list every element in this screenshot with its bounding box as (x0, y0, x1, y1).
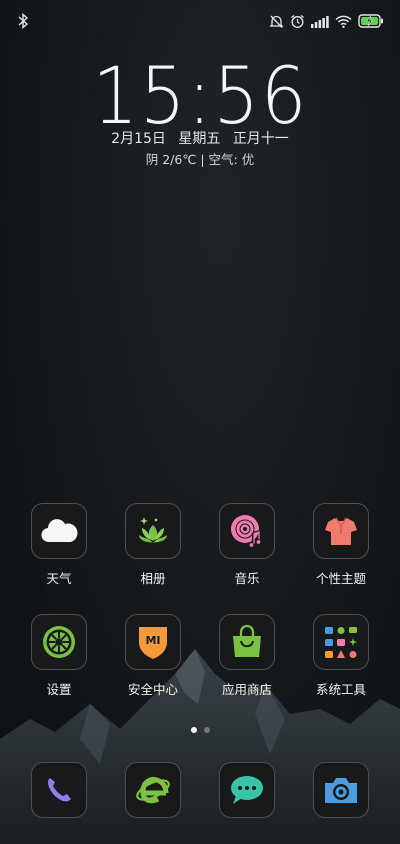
silent-bell-icon (269, 15, 284, 28)
dock-camera[interactable] (296, 762, 386, 818)
app-label-system-tools: 系统工具 (315, 682, 366, 697)
app-settings[interactable]: 设置 (14, 614, 104, 698)
app-label-settings: 设置 (46, 682, 72, 697)
music-disc-icon[interactable] (219, 503, 275, 559)
app-themes[interactable]: 个性主题 (296, 503, 386, 587)
system-tools-folder-icon[interactable] (313, 614, 369, 670)
signal-icon (311, 15, 329, 28)
app-gallery[interactable]: 相册 (108, 503, 198, 587)
app-music[interactable]: 音乐 (202, 503, 292, 587)
themes-shirt-icon[interactable] (313, 503, 369, 559)
app-security[interactable]: MI 安全中心 (108, 614, 198, 698)
page-dot-2[interactable] (203, 727, 210, 733)
dock-browser[interactable] (108, 762, 198, 818)
status-bar (0, 0, 400, 40)
weekday-text: 星期五 (178, 131, 221, 147)
app-weather[interactable]: 天气 (14, 503, 104, 587)
camera-icon[interactable] (313, 762, 369, 818)
battery-charging-icon (358, 14, 383, 28)
app-label-music: 音乐 (234, 571, 260, 586)
app-label-themes: 个性主题 (315, 571, 366, 586)
bluetooth-icon (18, 12, 29, 30)
weather-summary[interactable]: 阴 2/6℃ | 空气: 优 (0, 149, 400, 168)
app-label-gallery: 相册 (140, 571, 166, 586)
messages-icon[interactable] (219, 762, 275, 818)
app-label-security: 安全中心 (127, 682, 178, 697)
security-shield-icon[interactable]: MI (125, 614, 181, 670)
settings-gear-icon[interactable] (31, 614, 87, 670)
app-store[interactable]: 应用商店 (202, 614, 292, 698)
page-indicator (0, 727, 400, 733)
wifi-icon (335, 15, 352, 28)
page-dot-1[interactable] (190, 727, 197, 733)
alarm-icon (291, 14, 304, 28)
dock-messages[interactable] (202, 762, 292, 818)
app-label-weather: 天气 (46, 571, 72, 586)
date-line: 2月15日 星期五 正月十一 (0, 128, 400, 148)
app-label-store: 应用商店 (221, 682, 272, 697)
browser-icon[interactable] (125, 762, 181, 818)
phone-icon[interactable] (31, 762, 87, 818)
app-system-tools[interactable]: 系统工具 (296, 614, 386, 698)
app-store-bag-icon[interactable] (219, 614, 275, 670)
dock-phone[interactable] (14, 762, 104, 818)
date-text: 2月15日 (111, 131, 166, 147)
shield-mi-text: MI (145, 634, 160, 647)
gallery-lotus-icon[interactable] (125, 503, 181, 559)
weather-cloud-icon[interactable] (31, 503, 87, 559)
lunar-date-text: 正月十一 (232, 131, 289, 147)
